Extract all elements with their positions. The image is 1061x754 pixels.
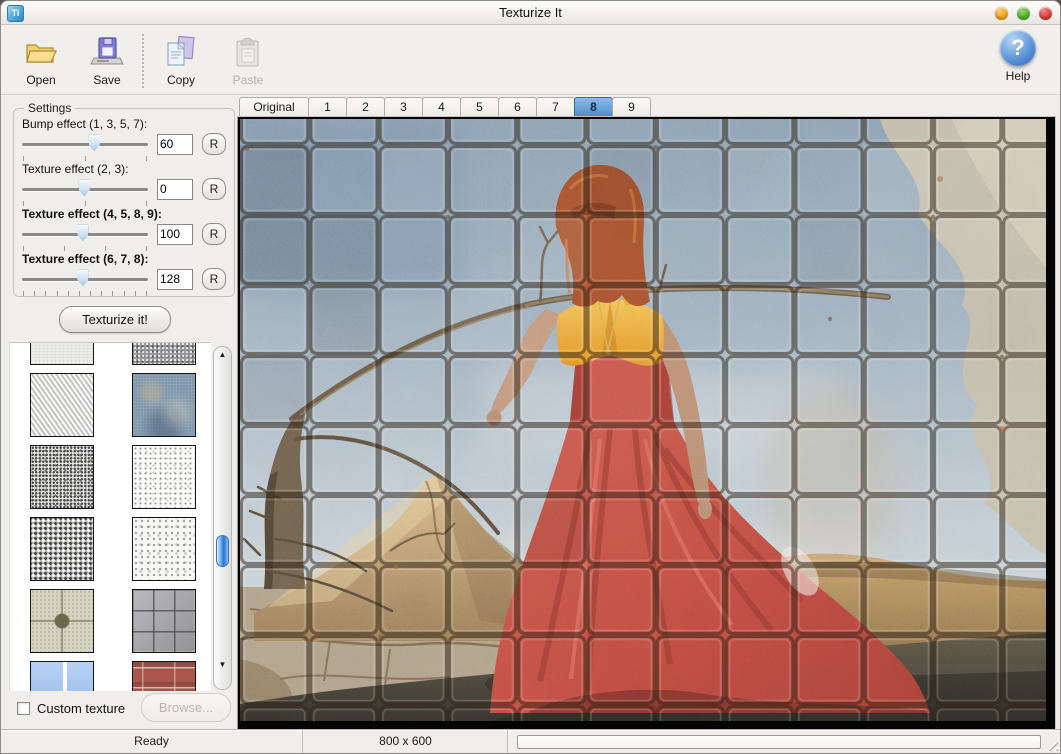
tab-5[interactable]: 5: [460, 97, 499, 117]
toolbar: Open Save Copy: [1, 26, 1060, 95]
status-bar: Ready 800 x 600: [1, 729, 1060, 753]
tab-9[interactable]: 9: [612, 97, 651, 117]
title-bar[interactable]: Ti Texturize It: [1, 1, 1060, 25]
tab-4[interactable]: 4: [422, 97, 461, 117]
custom-texture-label: Custom texture: [37, 701, 125, 716]
window-title: Texturize It: [1, 5, 1060, 20]
reset-button[interactable]: R: [202, 178, 226, 200]
reset-button[interactable]: R: [202, 268, 226, 290]
tab-original[interactable]: Original: [239, 97, 309, 117]
texture-swatch-fabric-blue[interactable]: [132, 373, 196, 437]
slider-thumb[interactable]: [79, 180, 90, 197]
open-button[interactable]: Open: [13, 32, 69, 90]
texture-swatch-brick-red[interactable]: [132, 661, 196, 691]
paste-button: Paste: [220, 32, 276, 90]
help-label: Help: [994, 69, 1042, 83]
slider-label: Texture effect (2, 3):: [22, 162, 226, 176]
texture-swatch-speckle-dark[interactable]: [30, 445, 94, 509]
slider-row: Bump effect (1, 3, 5, 7): R: [22, 117, 226, 161]
save-floppy-icon: [89, 35, 125, 71]
custom-texture-checkbox[interactable]: [17, 702, 30, 715]
texture-list-scrollbar[interactable]: ▲ ▼: [213, 346, 232, 690]
slider-ticks: [22, 155, 148, 161]
paste-clipboard-icon: [230, 35, 266, 71]
slider-ticks: [22, 290, 148, 296]
slider-ticks: [22, 200, 148, 206]
settings-group: Settings Bump effect (1, 3, 5, 7):RTextu…: [13, 101, 235, 297]
texture-swatch-stone-tiles[interactable]: [132, 589, 196, 653]
browse-button: Browse...: [141, 693, 231, 722]
paste-label: Paste: [220, 73, 276, 87]
slider-track[interactable]: [22, 278, 148, 281]
slider-label: Texture effect (4, 5, 8, 9):: [22, 207, 226, 221]
slider-track[interactable]: [22, 143, 148, 146]
tab-2[interactable]: 2: [346, 97, 385, 117]
slider-track[interactable]: [22, 233, 148, 236]
slider-row: Texture effect (2, 3): R: [22, 162, 226, 206]
slider-value-input[interactable]: [157, 269, 193, 290]
app-window: Ti Texturize It Open Save: [0, 0, 1061, 754]
texture-swatch-paper-light[interactable]: [30, 342, 94, 365]
tab-6[interactable]: 6: [498, 97, 537, 117]
copy-label: Copy: [153, 73, 209, 87]
texturize-button[interactable]: Texturize it!: [59, 306, 171, 333]
slider-thumb[interactable]: [77, 225, 88, 242]
slider-track[interactable]: [22, 188, 148, 191]
tab-8[interactable]: 8: [574, 97, 613, 117]
scrollbar-thumb[interactable]: [216, 535, 229, 567]
tab-7[interactable]: 7: [536, 97, 575, 117]
preview-tab-bar: Original123456789: [239, 97, 650, 117]
help-button[interactable]: ? Help: [994, 30, 1042, 83]
slider-thumb[interactable]: [77, 270, 88, 287]
open-label: Open: [13, 73, 69, 87]
slider-value-input[interactable]: [157, 134, 193, 155]
open-folder-icon: [23, 35, 59, 71]
progress-bar: [517, 735, 1041, 749]
textured-photo: [240, 119, 1046, 721]
texture-swatch-glass-blue[interactable]: [30, 661, 94, 691]
texture-swatch-crackle-white[interactable]: [132, 517, 196, 581]
reset-button[interactable]: R: [202, 223, 226, 245]
image-size-text: 800 x 600: [304, 730, 508, 753]
toolbar-separator: [142, 34, 144, 88]
custom-texture-row: Custom texture Browse...: [11, 693, 235, 729]
texture-swatch-tile-diamond[interactable]: [30, 589, 94, 653]
texture-swatch-speckle-light[interactable]: [132, 445, 196, 509]
resize-grip[interactable]: [1044, 737, 1058, 751]
reset-button[interactable]: R: [202, 133, 226, 155]
slider-value-input[interactable]: [157, 179, 193, 200]
copy-button[interactable]: Copy: [153, 32, 209, 90]
scroll-up-arrow-icon[interactable]: ▲: [214, 349, 231, 361]
slider-row: Texture effect (4, 5, 8, 9): R: [22, 207, 226, 251]
slider-value-input[interactable]: [157, 224, 193, 245]
preview-image[interactable]: [237, 116, 1056, 731]
slider-row: Texture effect (6, 7, 8): R: [22, 252, 226, 296]
close-button[interactable]: [1039, 7, 1052, 20]
tab-3[interactable]: 3: [384, 97, 423, 117]
minimize-button[interactable]: [995, 7, 1008, 20]
texture-swatch-brushed-metal[interactable]: [30, 373, 94, 437]
scroll-down-arrow-icon[interactable]: ▼: [214, 659, 231, 671]
save-label: Save: [79, 73, 135, 87]
tab-1[interactable]: 1: [308, 97, 347, 117]
help-icon: ?: [1000, 30, 1036, 66]
slider-ticks: [22, 245, 148, 251]
copy-documents-icon: [163, 35, 199, 71]
slider-thumb[interactable]: [89, 135, 100, 152]
texture-swatch-noise-gray[interactable]: [132, 342, 196, 365]
save-button[interactable]: Save: [79, 32, 135, 90]
texture-swatch-stucco-rough[interactable]: [30, 517, 94, 581]
settings-group-title: Settings: [24, 101, 75, 115]
status-text: Ready: [1, 730, 303, 753]
maximize-button[interactable]: [1017, 7, 1030, 20]
slider-label: Texture effect (6, 7, 8):: [22, 252, 226, 266]
texture-list[interactable]: [9, 342, 211, 691]
slider-label: Bump effect (1, 3, 5, 7):: [22, 117, 226, 131]
